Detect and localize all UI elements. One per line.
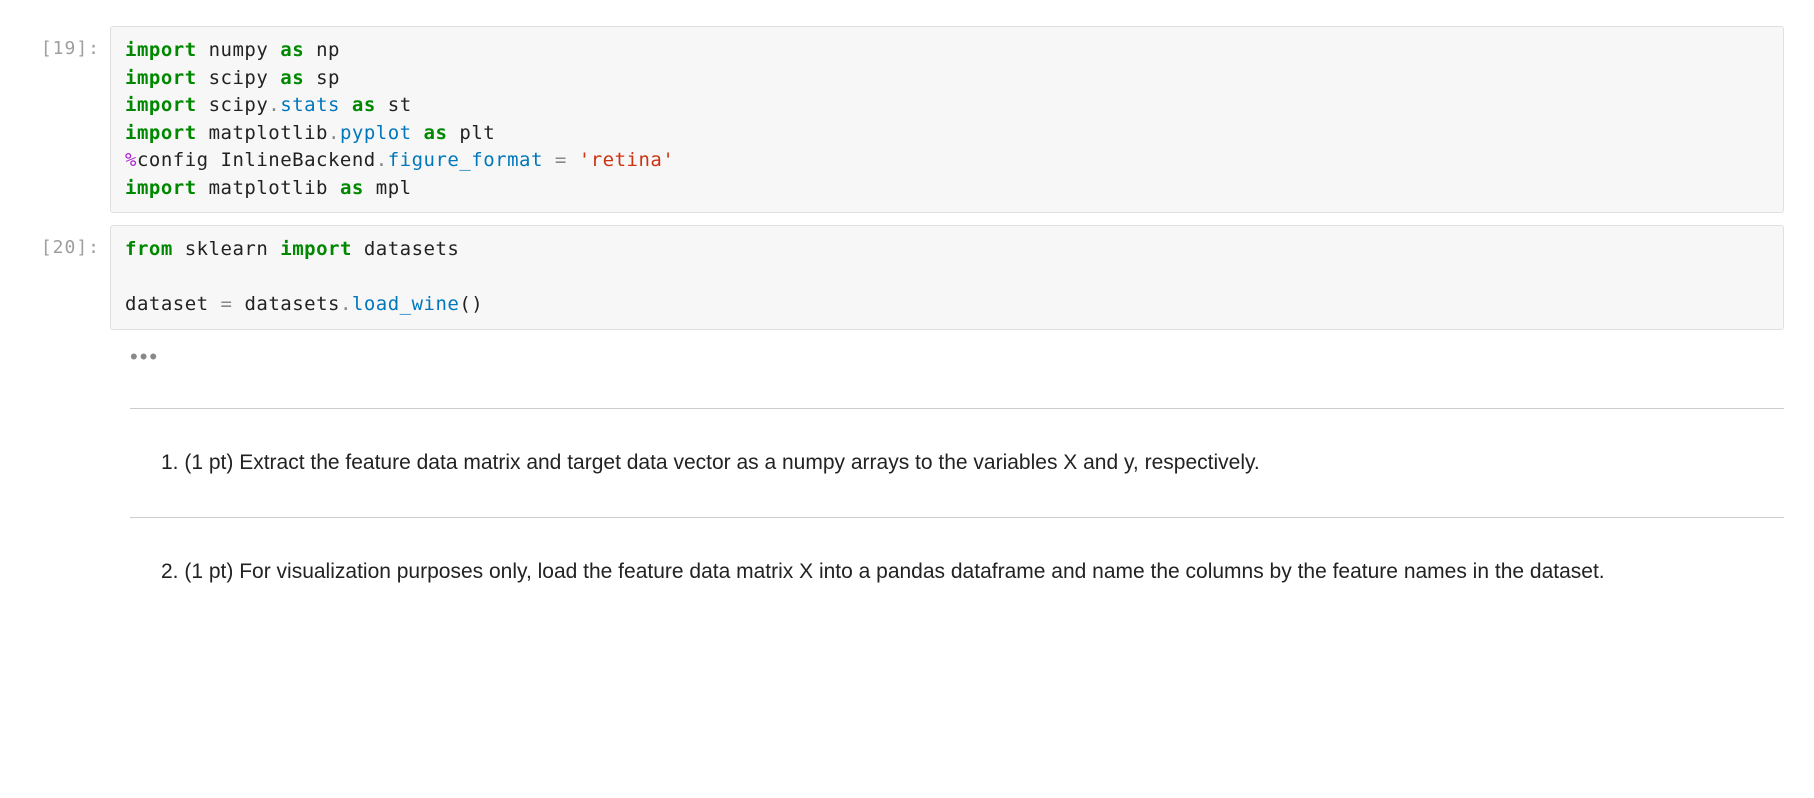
code-cell-20[interactable]: [20]: from sklearn import datasets datas… bbox=[0, 219, 1814, 336]
horizontal-rule bbox=[130, 517, 1784, 518]
horizontal-rule bbox=[130, 408, 1784, 409]
markdown-text: 2. (1 pt) For visualization purposes onl… bbox=[155, 556, 1605, 589]
code-content[interactable]: import numpy as np import scipy as sp im… bbox=[125, 37, 1769, 202]
ellipsis-icon[interactable]: ••• bbox=[130, 344, 159, 370]
prompt-label: [19]: bbox=[0, 26, 110, 213]
code-content[interactable]: from sklearn import datasets dataset = d… bbox=[125, 236, 1769, 319]
collapsed-cell-indicator[interactable]: ••• bbox=[0, 336, 1814, 394]
code-input-area[interactable]: from sklearn import datasets dataset = d… bbox=[110, 225, 1784, 330]
code-input-area[interactable]: import numpy as np import scipy as sp im… bbox=[110, 26, 1784, 213]
markdown-cell-q2[interactable]: 2. (1 pt) For visualization purposes onl… bbox=[0, 532, 1814, 613]
jupyter-notebook: [19]: import numpy as np import scipy as… bbox=[0, 0, 1814, 633]
markdown-cell-q1[interactable]: 1. (1 pt) Extract the feature data matri… bbox=[0, 423, 1814, 504]
prompt-label: [20]: bbox=[0, 225, 110, 330]
code-cell-19[interactable]: [19]: import numpy as np import scipy as… bbox=[0, 20, 1814, 219]
markdown-text: 1. (1 pt) Extract the feature data matri… bbox=[155, 447, 1260, 480]
